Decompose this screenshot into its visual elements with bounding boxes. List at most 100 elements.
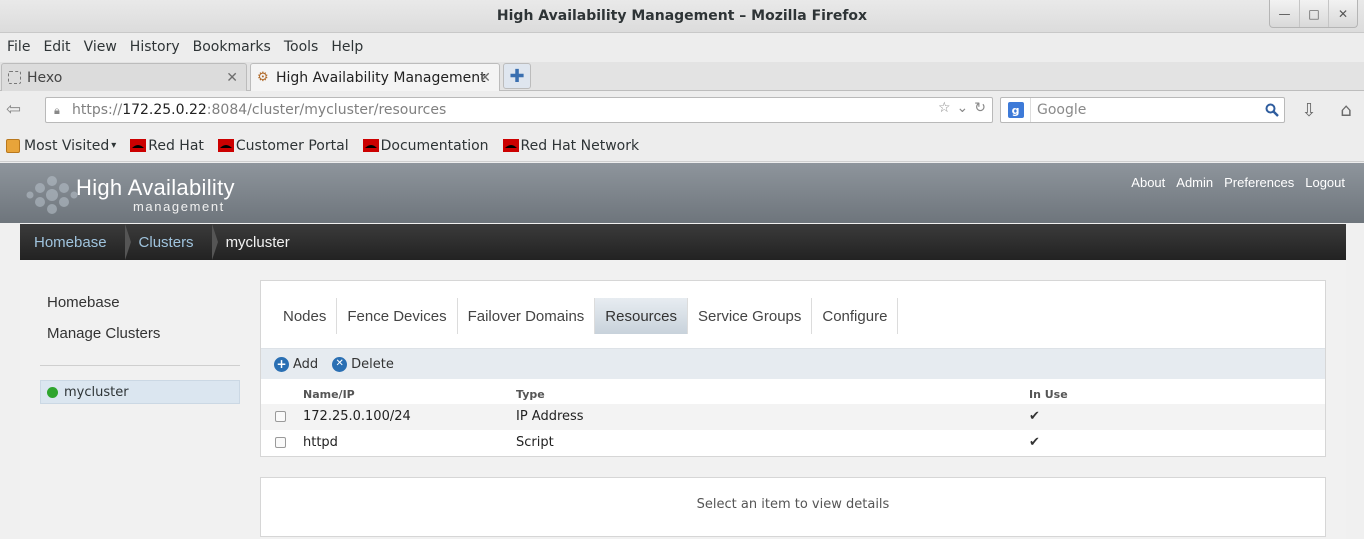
row-checkbox[interactable] — [275, 437, 286, 448]
search-engine-selector[interactable]: g — [1001, 98, 1031, 122]
sidenav-divider — [40, 365, 240, 366]
tab-hexo[interactable]: Hexo ✕ — [1, 63, 247, 91]
app-header: High Availability management About Admin… — [0, 163, 1364, 223]
page-icon — [8, 71, 21, 84]
tab-label: High Availability Management — [276, 69, 486, 86]
cluster-tabs: Nodes Fence Devices Failover Domains Res… — [273, 298, 899, 334]
bookmark-red-hat-network[interactable]: Red Hat Network — [502, 137, 640, 154]
google-icon: g — [1007, 102, 1024, 118]
plus-icon: ✚ — [509, 65, 525, 87]
star-icon[interactable]: ☆ — [938, 100, 951, 116]
search-icon[interactable] — [1262, 100, 1282, 120]
delete-button[interactable]: ✕ Delete — [332, 356, 394, 372]
column-type[interactable]: Type — [516, 388, 545, 401]
window-titlebar: High Availability Management – Mozilla F… — [0, 0, 1364, 33]
navigation-bar: ⇦ 🔒︎ https://172.25.0.22:8084/cluster/my… — [0, 91, 1364, 129]
redhat-icon — [130, 139, 147, 152]
bookmarks-bar: Most Visited ▾ Red Hat Customer Portal D… — [0, 130, 1364, 162]
close-tab-icon[interactable]: ✕ — [479, 70, 491, 86]
app-brand-sub: management — [133, 199, 225, 214]
menu-help[interactable]: Help — [331, 39, 363, 55]
breadcrumb: Homebase Clusters mycluster — [20, 224, 1346, 260]
tab-resources[interactable]: Resources — [595, 298, 688, 334]
cluster-name: mycluster — [64, 384, 129, 400]
close-window-button[interactable]: ✕ — [1328, 0, 1357, 27]
url-path: :8084/cluster/mycluster/resources — [206, 102, 447, 118]
table-header: Name/IP Type In Use — [261, 383, 1325, 405]
search-placeholder: Google — [1037, 102, 1087, 118]
details-placeholder: Select an item to view details — [696, 497, 890, 512]
table-row[interactable]: 172.25.0.100/24 IP Address ✔ — [261, 404, 1325, 430]
tab-service-groups[interactable]: Service Groups — [688, 298, 813, 334]
add-button[interactable]: + Add — [274, 356, 318, 372]
folder-icon — [6, 138, 20, 153]
menu-edit[interactable]: Edit — [43, 39, 70, 55]
chevron-down-icon[interactable]: ⌄ — [957, 100, 969, 116]
column-in-use[interactable]: In Use — [1029, 388, 1068, 401]
url-scheme: https:// — [72, 102, 123, 118]
checkmark-icon: ✔ — [1029, 409, 1040, 424]
menu-bookmarks[interactable]: Bookmarks — [193, 39, 271, 55]
menu-tools[interactable]: Tools — [284, 39, 319, 55]
breadcrumb-homebase[interactable]: Homebase — [20, 224, 131, 260]
window-title: High Availability Management – Mozilla F… — [496, 8, 868, 24]
menu-history[interactable]: History — [130, 39, 180, 55]
page-body: Homebase Manage Clusters mycluster Nodes… — [20, 260, 1346, 539]
sidenav-manage-clusters[interactable]: Manage Clusters — [47, 325, 160, 342]
details-panel: Select an item to view details — [260, 477, 1326, 537]
maximize-button[interactable]: □ — [1299, 0, 1328, 27]
tab-fence-devices[interactable]: Fence Devices — [337, 298, 458, 334]
close-tab-icon[interactable]: ✕ — [226, 70, 238, 86]
home-icon[interactable]: ⌂ — [1334, 98, 1358, 122]
download-icon[interactable]: ⇩ — [1297, 98, 1321, 122]
window-controls: — □ ✕ — [1269, 0, 1358, 28]
bookmark-label: Red Hat — [148, 137, 204, 154]
delete-label: Delete — [351, 356, 394, 372]
row-checkbox[interactable] — [275, 411, 286, 422]
lock-icon: 🔒︎ — [54, 104, 60, 117]
preferences-link[interactable]: Preferences — [1224, 175, 1294, 190]
checkmark-icon: ✔ — [1029, 435, 1040, 450]
chevron-down-icon: ▾ — [111, 140, 117, 151]
tab-nodes[interactable]: Nodes — [273, 298, 338, 334]
bookmark-most-visited[interactable]: Most Visited ▾ — [6, 138, 116, 154]
redhat-icon — [502, 139, 519, 152]
new-tab-button[interactable]: ✚ — [503, 63, 531, 89]
search-bar[interactable]: g Google — [1000, 97, 1285, 123]
bookmark-red-hat[interactable]: Red Hat — [130, 138, 204, 154]
column-name[interactable]: Name/IP — [303, 388, 355, 401]
top-links: About Admin Preferences Logout — [1131, 175, 1345, 190]
bookmark-label: Documentation — [380, 137, 489, 154]
admin-link[interactable]: Admin — [1176, 175, 1213, 190]
bookmark-customer-portal[interactable]: Customer Portal — [217, 137, 349, 154]
breadcrumb-clusters[interactable]: Clusters — [125, 224, 218, 260]
url-host: 172.25.0.22 — [122, 102, 207, 118]
logout-link[interactable]: Logout — [1305, 175, 1345, 190]
sidenav-homebase[interactable]: Homebase — [47, 294, 120, 311]
plus-icon: + — [274, 356, 289, 372]
reload-icon[interactable]: ↻ — [974, 100, 986, 116]
url-bar[interactable]: 🔒︎ https://172.25.0.22:8084/cluster/mycl… — [45, 97, 993, 123]
table-row[interactable]: httpd Script ✔ — [261, 430, 1325, 456]
bookmark-label: Customer Portal — [235, 137, 349, 154]
sidenav-cluster-item[interactable]: mycluster — [40, 380, 240, 404]
resources-toolbar: + Add ✕ Delete — [261, 348, 1325, 379]
cell-type: Script — [516, 435, 554, 450]
cell-name: httpd — [303, 435, 338, 450]
redhat-icon — [362, 139, 379, 152]
tab-label: Hexo — [27, 69, 63, 86]
tab-ha-management[interactable]: ⚙ High Availability Management ✕ — [250, 63, 500, 91]
tab-failover-domains[interactable]: Failover Domains — [458, 298, 596, 334]
bookmark-label: Red Hat Network — [520, 137, 640, 154]
app-brand: High Availability — [76, 175, 235, 200]
minimize-button[interactable]: — — [1270, 0, 1299, 27]
bookmark-documentation[interactable]: Documentation — [362, 137, 489, 154]
menu-view[interactable]: View — [84, 39, 117, 55]
menu-file[interactable]: File — [7, 39, 30, 55]
back-button[interactable]: ⇦ — [6, 99, 21, 120]
breadcrumb-current: mycluster — [225, 233, 290, 251]
about-link[interactable]: About — [1131, 175, 1165, 190]
close-icon: ✕ — [332, 356, 348, 372]
tab-configure[interactable]: Configure — [812, 298, 899, 334]
gear-icon: ⚙ — [257, 70, 269, 85]
